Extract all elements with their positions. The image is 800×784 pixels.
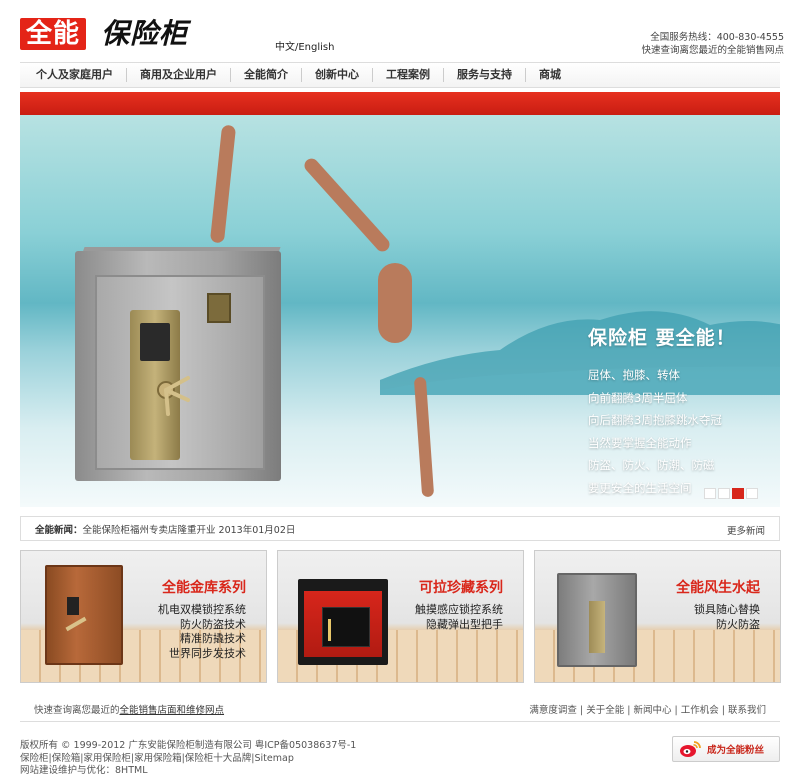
registered-mark: ® (88, 0, 97, 2)
copyright: 版权所有 © 1999-2012 广东安能保险柜制造有限公司 粤ICP备0503… (20, 740, 356, 778)
hero-banner[interactable]: 保险柜 要全能！ 屈体、抱膝、转体 向前翻腾3周半屈体 向后翻腾3周抱膝跳水夺冠… (20, 115, 780, 507)
diver-figure-3 (378, 263, 412, 343)
nav-item-about[interactable]: 全能简介 (231, 68, 302, 82)
site-logo[interactable]: 全能 ® 保险柜 (20, 0, 189, 50)
banner-line: 向前翻腾3周半屈体 (588, 390, 688, 405)
nav-item-support[interactable]: 服务与支持 (444, 68, 526, 82)
footer-links-bar: 快速查询离您最近的全能销售店面和维修网点 满意度调查 | 关于全能 | 新闻中心… (20, 692, 780, 722)
product-feature: 防火防盗 (716, 617, 760, 631)
slide-dot-3[interactable] (732, 488, 744, 499)
store-locator-prefix: 快速查询离您最近的 (34, 705, 120, 716)
banner-line: 向后翻腾3周抱膝跳水夺冠 (588, 413, 722, 427)
banner-title: 保险柜 要全能！ (588, 327, 736, 349)
nav-item-business[interactable]: 商用及企业用户 (127, 68, 231, 82)
footer-link-survey[interactable]: 满意度调查 (529, 705, 577, 716)
footer-nav: 满意度调查 | 关于全能 | 新闻中心 | 工作机会 | 联系我们 (529, 705, 766, 716)
product-feature: 防火防盗技术 (180, 617, 246, 631)
copyright-line: 版权所有 © 1999-2012 广东安能保险柜制造有限公司 粤ICP备0503… (20, 740, 357, 751)
product-features: 机电双模锁控系统 防火防盗技术 精准防撬技术 世界同步发技术 (158, 603, 246, 661)
product-title: 可拉珍藏系列 (419, 580, 503, 596)
red-safe-image (298, 579, 388, 665)
page: 全能 ® 保险柜 中文/English 全国服务热线：400-830-4555 … (0, 0, 800, 784)
footer-link-about[interactable]: 关于全能 (586, 705, 624, 716)
banner-line: 防盗、防火、防潮、防磁 (588, 458, 715, 472)
seal-emblem (207, 293, 231, 323)
banner-slogan: 保险柜 要全能！ 屈体、抱膝、转体 向前翻腾3周半屈体 向后翻腾3周抱膝跳水夺冠… (588, 323, 736, 499)
nav-item-personal[interactable]: 个人及家庭用户 (20, 68, 127, 82)
product-features: 触摸感应锁控系统 隐藏弹出型把手 (415, 603, 503, 632)
slide-dot-4[interactable] (746, 488, 758, 499)
main-nav: 个人及家庭用户 商用及企业用户 全能简介 创新中心 工程案例 服务与支持 商城 (20, 62, 780, 88)
weibo-icon (680, 741, 701, 757)
store-locator: 快速查询离您最近的全能销售店面和维修网点 (34, 702, 224, 716)
footer-link-contact[interactable]: 联系我们 (728, 705, 766, 716)
product-feature: 锁具随心替换 (694, 603, 760, 616)
store-locator-link[interactable]: 全能销售店面和维修网点 (120, 705, 225, 716)
hotline: 全国服务热线：400-830-4555 快速查询离您最近的全能销售网点 (641, 31, 784, 57)
nav-item-cases[interactable]: 工程案例 (373, 68, 444, 82)
diver-figure-1 (209, 124, 237, 244)
product-feature: 世界同步发技术 (169, 646, 246, 660)
language-switch[interactable]: 中文/English (275, 38, 334, 53)
slide-dot-1[interactable] (704, 488, 716, 499)
nav-item-shop[interactable]: 商城 (526, 68, 574, 82)
site-credit: 网站建设维护与优化：8HTML (20, 765, 148, 776)
slide-dot-2[interactable] (718, 488, 730, 499)
footer-link-news[interactable]: 新闻中心 (633, 705, 671, 716)
product-title: 全能风生水起 (676, 580, 760, 596)
product-card-collection[interactable]: 可拉珍藏系列 触摸感应锁控系统 隐藏弹出型把手 (277, 550, 524, 683)
hotline-number: 全国服务热线：400-830-4555 (650, 32, 784, 43)
logo-text: 保险柜 (101, 17, 189, 50)
news-ticker: 全能新闻： 全能保险柜福州专卖店隆重开业 2013年01月02日 更多新闻 (20, 516, 780, 541)
weibo-follow-button[interactable]: 成为全能粉丝 (672, 736, 780, 762)
weibo-label: 成为全能粉丝 (707, 745, 765, 756)
diver-figure-2 (301, 155, 393, 255)
product-feature: 触摸感应锁控系统 (415, 603, 503, 616)
news-headline[interactable]: 全能保险柜福州专卖店隆重开业 2013年01月02日 (83, 522, 296, 536)
product-feature: 精准防撬技术 (180, 632, 246, 645)
banner-line: 当然要掌握全能动作 (588, 435, 692, 450)
footer-link-jobs[interactable]: 工作机会 (681, 705, 719, 716)
store-locator-link[interactable]: 快速查询离您最近的全能销售网点 (641, 44, 784, 57)
grey-safe-image (557, 573, 637, 667)
product-card-fengshui[interactable]: 全能风生水起 锁具随心替换 防火防盗 (534, 550, 781, 683)
product-feature: 机电双模锁控系统 (158, 603, 246, 616)
product-features: 锁具随心替换 防火防盗 (694, 603, 760, 632)
brown-safe-image (45, 565, 123, 665)
red-banner-bar (20, 92, 780, 115)
footer-keywords[interactable]: 保险柜|保险箱|家用保险柜|家用保险箱|保险柜十大品牌|Sitemap (20, 753, 356, 766)
banner-line: 屈体、抱膝、转体 (588, 368, 680, 382)
product-card-vault[interactable]: 全能金库系列 机电双模锁控系统 防火防盗技术 精准防撬技术 世界同步发技术 (20, 550, 267, 683)
news-label: 全能新闻： (35, 524, 83, 536)
keypad-icon (140, 323, 170, 361)
product-feature: 隐藏弹出型把手 (426, 617, 503, 631)
product-title: 全能金库系列 (162, 580, 246, 596)
safe-handle-icon (157, 376, 190, 416)
more-news-link[interactable]: 更多新闻 (727, 523, 765, 537)
logo-mark: 全能 (20, 18, 87, 50)
slide-indicators (704, 488, 758, 499)
nav-item-innovation[interactable]: 创新中心 (302, 68, 373, 82)
